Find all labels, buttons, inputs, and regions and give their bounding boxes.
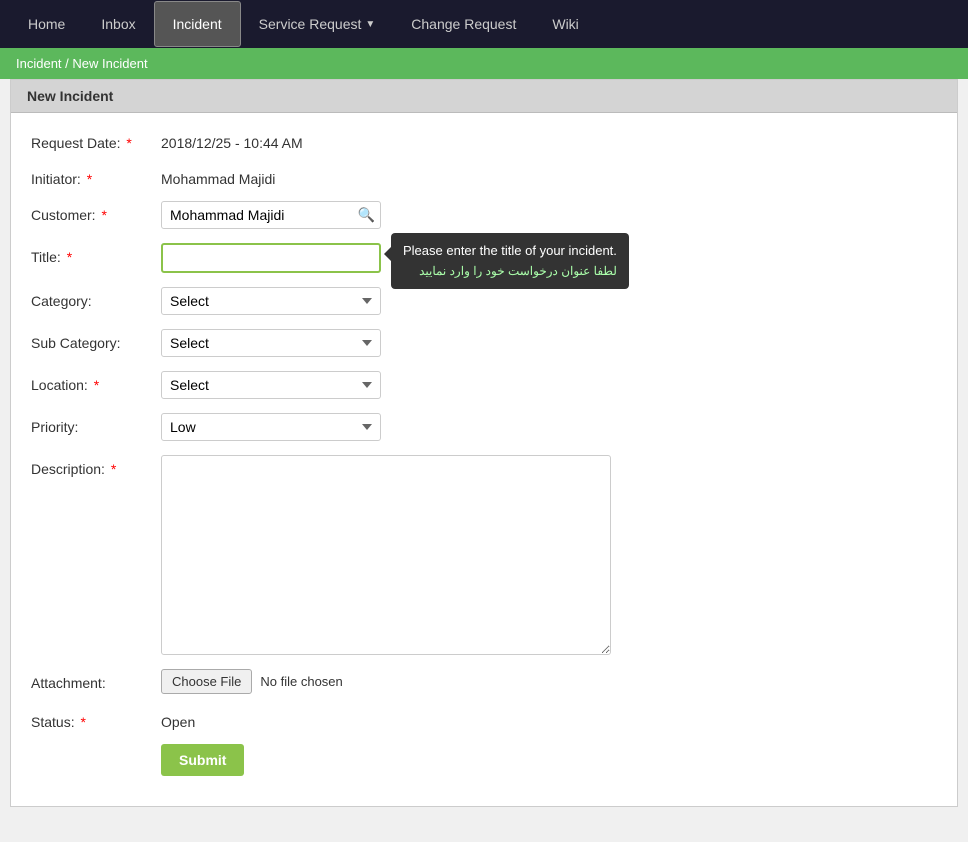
submit-label-spacer bbox=[31, 744, 161, 750]
request-date-label: Request Date: * bbox=[31, 129, 161, 151]
breadcrumb-parent[interactable]: Incident bbox=[16, 56, 62, 71]
initiator-row: Initiator: * Mohammad Majidi bbox=[31, 165, 937, 187]
file-input-wrapper: Choose File No file chosen bbox=[161, 669, 343, 694]
section-title: New Incident bbox=[27, 88, 113, 104]
subcategory-select[interactable]: Select bbox=[161, 329, 381, 357]
submit-row: Submit bbox=[31, 744, 937, 776]
form-card: New Incident Request Date: * 2018/12/25 … bbox=[10, 79, 958, 807]
attachment-label: Attachment: bbox=[31, 669, 161, 691]
breadcrumb: Incident / New Incident bbox=[0, 48, 968, 79]
nav-service-request-dropdown[interactable]: Service Request ▼ bbox=[241, 2, 394, 46]
attachment-row: Attachment: Choose File No file chosen bbox=[31, 669, 937, 694]
location-label: Location: * bbox=[31, 371, 161, 393]
status-row: Status: * Open bbox=[31, 708, 937, 730]
navbar: Home Inbox Incident Service Request ▼ Ch… bbox=[0, 0, 968, 48]
section-header: New Incident bbox=[11, 80, 957, 113]
required-star: * bbox=[111, 461, 116, 477]
subcategory-row: Sub Category: Select bbox=[31, 329, 937, 357]
description-row: Description: * bbox=[31, 455, 937, 655]
customer-input-wrapper: 🔍 bbox=[161, 201, 381, 229]
category-label: Category: bbox=[31, 287, 161, 309]
title-input-container: Please enter the title of your incident.… bbox=[161, 243, 381, 273]
title-tooltip: Please enter the title of your incident.… bbox=[391, 233, 629, 289]
required-star: * bbox=[126, 135, 131, 151]
search-icon: 🔍 bbox=[358, 207, 375, 224]
nav-incident[interactable]: Incident bbox=[154, 1, 241, 47]
description-textarea[interactable] bbox=[161, 455, 611, 655]
no-file-label: No file chosen bbox=[260, 674, 342, 689]
priority-row: Priority: Low Medium High Critical bbox=[31, 413, 937, 441]
customer-row: Customer: * 🔍 bbox=[31, 201, 937, 229]
required-star: * bbox=[80, 714, 85, 730]
status-label: Status: * bbox=[31, 708, 161, 730]
status-value: Open bbox=[161, 708, 937, 730]
customer-input[interactable] bbox=[161, 201, 381, 229]
customer-label: Customer: * bbox=[31, 201, 161, 223]
required-star: * bbox=[94, 377, 99, 393]
priority-select[interactable]: Low Medium High Critical bbox=[161, 413, 381, 441]
required-star: * bbox=[67, 249, 72, 265]
nav-home[interactable]: Home bbox=[10, 2, 83, 46]
location-select[interactable]: Select bbox=[161, 371, 381, 399]
nav-service-request[interactable]: Service Request ▼ bbox=[241, 2, 394, 46]
required-star: * bbox=[87, 171, 92, 187]
nav-inbox[interactable]: Inbox bbox=[83, 2, 153, 46]
breadcrumb-current: New Incident bbox=[72, 56, 147, 71]
nav-change-request[interactable]: Change Request bbox=[393, 2, 534, 46]
form-body: Request Date: * 2018/12/25 - 10:44 AM In… bbox=[11, 113, 957, 806]
subcategory-label: Sub Category: bbox=[31, 329, 161, 351]
page-wrapper: Home Inbox Incident Service Request ▼ Ch… bbox=[0, 0, 968, 842]
category-select[interactable]: Select bbox=[161, 287, 381, 315]
initiator-value: Mohammad Majidi bbox=[161, 165, 937, 187]
category-row: Category: Select bbox=[31, 287, 937, 315]
title-input[interactable] bbox=[161, 243, 381, 273]
submit-button[interactable]: Submit bbox=[161, 744, 244, 776]
request-date-row: Request Date: * 2018/12/25 - 10:44 AM bbox=[31, 129, 937, 151]
description-label: Description: * bbox=[31, 455, 161, 477]
location-row: Location: * Select bbox=[31, 371, 937, 399]
title-row: Title: * Please enter the title of your … bbox=[31, 243, 937, 273]
dropdown-arrow-icon: ▼ bbox=[365, 19, 375, 30]
request-date-value: 2018/12/25 - 10:44 AM bbox=[161, 129, 937, 151]
required-star: * bbox=[101, 207, 106, 223]
title-label: Title: * bbox=[31, 243, 161, 265]
main-content: New Incident Request Date: * 2018/12/25 … bbox=[0, 79, 968, 827]
nav-wiki[interactable]: Wiki bbox=[534, 2, 596, 46]
initiator-label: Initiator: * bbox=[31, 165, 161, 187]
choose-file-button[interactable]: Choose File bbox=[161, 669, 252, 694]
priority-label: Priority: bbox=[31, 413, 161, 435]
